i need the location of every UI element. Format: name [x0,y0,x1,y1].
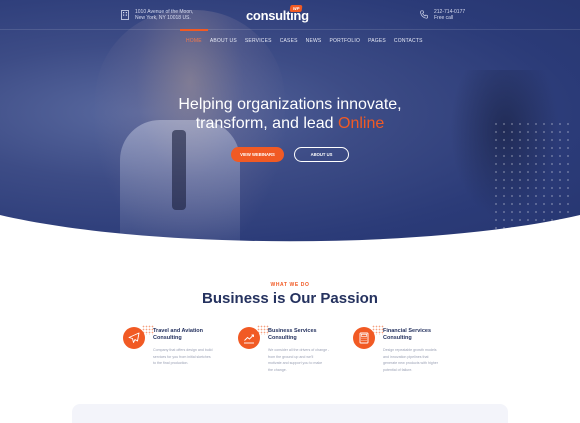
service-desc-line-1: We consider all the drivers of change - [268,348,330,352]
service-title[interactable]: Business Services Consulting [268,328,358,342]
hero-photo-tie [172,130,186,210]
service-desc-line-4: the change. [268,367,287,372]
hero-headline: Helping organizations innovate, transfor… [0,95,580,133]
top-bar: 1010 Avenue of the Moon, New York, NY 10… [0,0,580,30]
service-desc-line-3: to the final production. [153,361,189,366]
next-section-card [72,404,508,423]
section-eyebrow: WHAT WE DO [270,282,310,288]
service-desc-line-2: services for you from initial sketches [153,354,211,359]
hero-headline-line-2: transform, and lead [195,115,339,132]
service-desc-line-1: Company that offers design and build [153,348,213,352]
service-desc-line-4: potential of failure. [383,367,413,372]
phone-note: Free call [434,15,454,21]
service-desc-line-2: from the ground up and we'll [268,354,314,359]
service-description: We consider all the drivers of change - … [268,347,356,373]
nav-item-news[interactable]: NEWS [306,38,322,49]
chart-icon [238,327,260,349]
service-title-line-1: Business Services [268,328,317,334]
service-description: Design repeatable growth models and inno… [383,347,471,373]
address-line-2: New York, NY 10018 US. [135,15,191,21]
service-title-line-2: Consulting [153,335,182,341]
service-title-line-1: Travel and Aviation [153,328,204,334]
service-desc-line-1: Design repeatable growth models [383,348,437,352]
phone-block[interactable]: 212-714-0177 Free call [420,9,465,21]
airplane-icon [123,327,145,349]
section-title: Business is Our Passion [202,290,378,307]
main-nav: HOME ABOUT US SERVICES CASES NEWS PORTFO… [180,29,423,49]
service-desc-line-3: generate new products with higher [383,361,438,366]
nav-item-portfolio[interactable]: PORTFOLIO [329,38,360,49]
phone-text: 212-714-0177 Free call [434,9,465,21]
view-webinars-button[interactable]: VIEW WEBINARS [231,147,284,162]
phone-icon [420,10,428,19]
nav-item-contacts[interactable]: CONTACTS [394,38,423,49]
hero-headline-accent: Online [338,115,385,132]
about-us-button[interactable]: ABOUT US [294,147,349,162]
service-description: Company that offers design and build ser… [153,347,241,367]
service-title[interactable]: Travel and Aviation Consulting [153,328,243,342]
calculator-icon [353,327,375,349]
hero-headline-line-1: Helping organizations innovate, [178,96,402,113]
service-title-line-2: Consulting [383,335,412,341]
logo-badge: WP [289,5,303,12]
service-title[interactable]: Financial Services Consulting [383,328,473,342]
nav-item-services[interactable]: SERVICES [245,38,272,49]
nav-item-home[interactable]: HOME [180,29,208,49]
service-title-line-1: Financial Services [383,328,431,334]
address-block: 1010 Avenue of the Moon, New York, NY 10… [121,9,193,21]
hero-wave-divider [0,215,580,250]
nav-item-pages[interactable]: PAGES [368,38,386,49]
nav-item-about-us[interactable]: ABOUT US [210,38,237,49]
service-desc-line-2: and innovation pipelines that [383,354,429,359]
service-title-line-2: Consulting [268,335,297,341]
service-desc-line-3: motivate and support you to make [268,361,323,366]
nav-item-cases[interactable]: CASES [280,38,298,49]
address-text: 1010 Avenue of the Moon, New York, NY 10… [135,9,193,21]
building-icon [121,10,129,20]
